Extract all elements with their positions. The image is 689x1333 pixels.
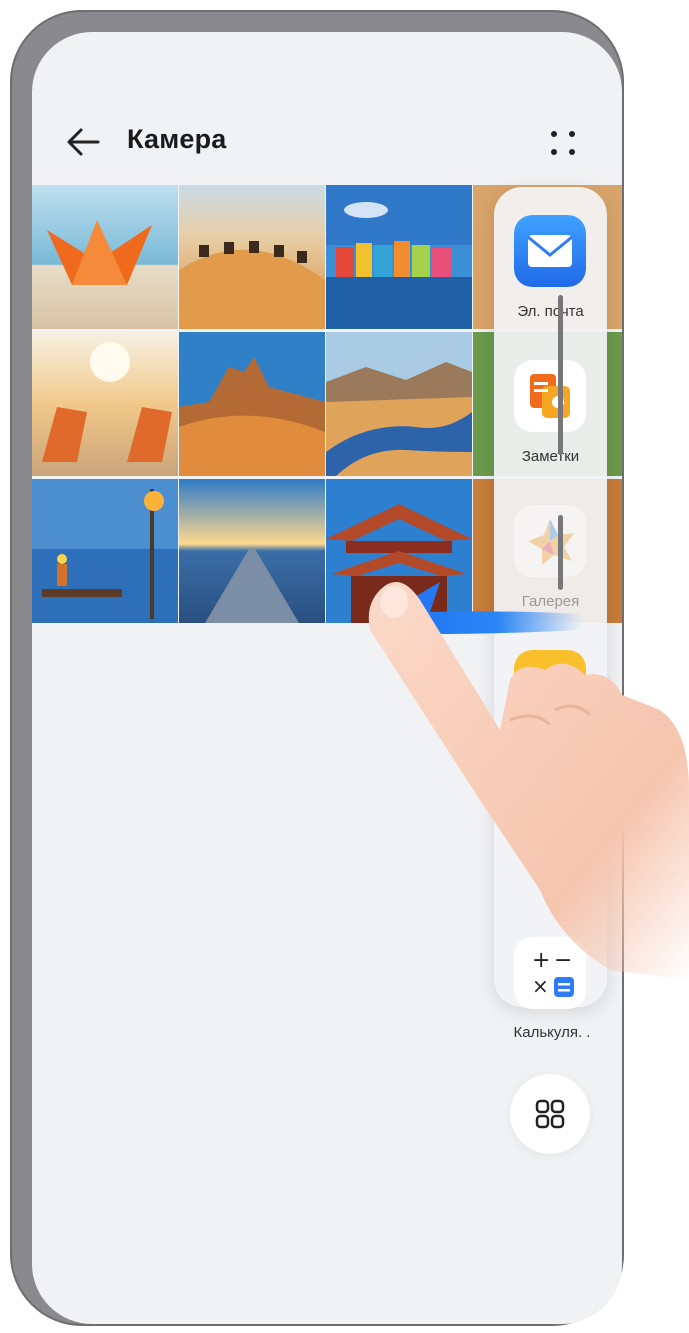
- mail-icon: [514, 215, 586, 287]
- photo-tile[interactable]: [326, 185, 472, 329]
- pointing-hand-icon: [368, 582, 689, 980]
- arrow-left-icon[interactable]: [64, 124, 104, 160]
- photo-tile[interactable]: [32, 185, 178, 329]
- app-header: Камера: [32, 32, 622, 202]
- photo-tile[interactable]: [326, 332, 472, 476]
- photo-tile[interactable]: [32, 479, 178, 623]
- volume-button: [558, 295, 563, 455]
- dock-item-label: Калькуля. .: [513, 1024, 591, 1041]
- photo-tile[interactable]: [179, 479, 325, 623]
- four-dots-icon[interactable]: [550, 130, 576, 156]
- dock-item-label: Эл. почта: [517, 303, 584, 320]
- dock-item-notes[interactable]: Заметки: [494, 360, 607, 500]
- dock-item-label: Заметки: [521, 448, 580, 465]
- notes-icon: [514, 360, 586, 432]
- dock-item-mail[interactable]: Эл. почта: [494, 215, 607, 355]
- page-title: Камера: [127, 124, 227, 154]
- photo-tile[interactable]: [179, 332, 325, 476]
- photo-tile[interactable]: [32, 332, 178, 476]
- photo-tile[interactable]: [179, 185, 325, 329]
- grid-apps-icon[interactable]: [510, 1074, 590, 1154]
